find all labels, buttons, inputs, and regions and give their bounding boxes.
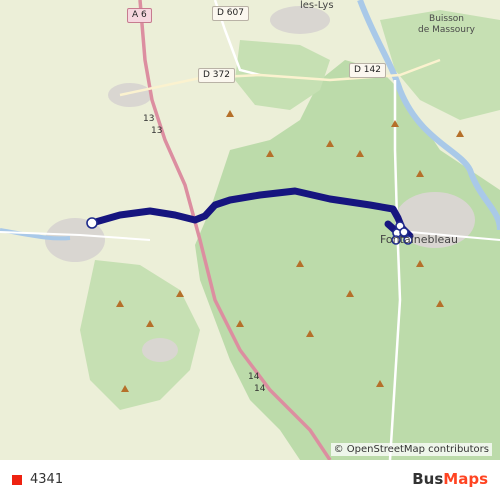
footer-bar: 4341 BusMaps: [0, 460, 500, 500]
road-shield-d607: D 607: [212, 6, 249, 21]
road-shield-d372: D 372: [198, 68, 235, 83]
route-number: 4341: [30, 472, 64, 487]
brand-part-bus: Bus: [412, 470, 444, 488]
brand-part-maps: Maps: [443, 470, 488, 488]
urban-area: [108, 83, 152, 107]
place-label-buisson-line2: de Massoury: [418, 25, 476, 35]
urban-area: [142, 338, 178, 362]
road-shield-a6: A 6: [127, 8, 152, 23]
place-label-buisson: Buisson de Massoury: [418, 14, 475, 36]
road-shield-d142: D 142: [349, 63, 386, 78]
road-number-label: 13: [143, 114, 155, 124]
road-number-label: 14: [254, 384, 266, 394]
road-number-label: 13: [151, 126, 163, 136]
busmaps-logo[interactable]: BusMaps: [412, 470, 488, 488]
map-attribution[interactable]: © OpenStreetMap contributors: [330, 443, 492, 456]
place-label-fontainebleau: Fontainebleau: [380, 233, 459, 246]
route-color-chip: [12, 475, 22, 485]
bus-stop-marker[interactable]: [86, 217, 98, 229]
road-number-label: 14: [248, 372, 260, 382]
place-label-buisson-line1: Buisson: [429, 14, 464, 24]
map-view[interactable]: A 6 D 607 D 372 D 142 13 13 14 14 les-Ly…: [0, 0, 500, 460]
map-canvas: [0, 0, 500, 460]
place-label-les-lys: les-Lys: [300, 0, 334, 11]
